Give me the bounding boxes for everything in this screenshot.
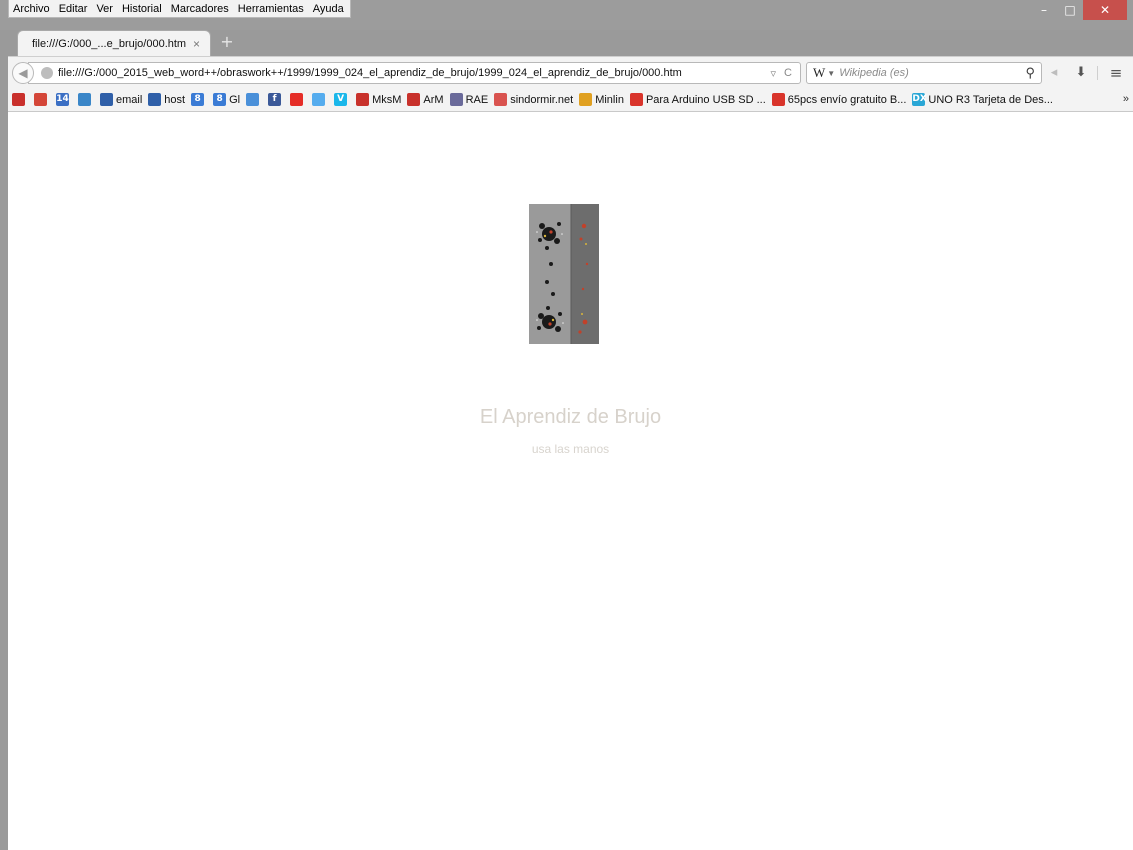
flag-icon [407, 93, 421, 106]
page-title: El Aprendiz de Brujo [479, 406, 662, 428]
new-tab-button[interactable]: + [218, 33, 236, 51]
search-input[interactable] [839, 67, 1026, 79]
page-content: El Aprendiz de Brujo usa las manos [8, 112, 1133, 850]
bookmark-item[interactable] [290, 93, 306, 106]
menu-herramientas[interactable]: Herramientas [238, 3, 304, 15]
pocket-icon [12, 93, 25, 106]
bookmark-item[interactable] [246, 93, 262, 106]
bookmark-label: Gl [229, 93, 241, 106]
gmail-icon [34, 93, 47, 106]
youtube-icon [290, 93, 304, 106]
bookmark-item[interactable]: Para Arduino USB SD ... [629, 93, 766, 106]
toolbar-divider [1097, 66, 1098, 80]
menu-historial[interactable]: Historial [122, 3, 162, 15]
google-plus-icon: 8 [191, 93, 205, 106]
page-subtitle: usa las manos [531, 442, 610, 456]
bookmark-item[interactable]: email [100, 93, 142, 106]
menu-ver[interactable]: Ver [96, 3, 113, 15]
menu-ayuda[interactable]: Ayuda [313, 3, 344, 15]
maximize-button[interactable]: □ [1057, 0, 1083, 20]
bookmark-label: 65pcs envío gratuito B... [787, 93, 907, 106]
chevron-down-icon[interactable]: ▼ [827, 69, 835, 78]
flag-icon [356, 93, 370, 106]
bookmark-label: Minlin [595, 93, 624, 106]
calendar-icon: 14 [56, 93, 69, 106]
menu-bar: Archivo Editar Ver Historial Marcadores … [8, 0, 351, 18]
tab-title: file:///G:/000_...e_brujo/000.htm [32, 37, 187, 50]
bookmark-label: ArM [423, 93, 444, 106]
menu-archivo[interactable]: Archivo [13, 3, 50, 15]
bookmark-label: host [164, 93, 186, 106]
twitter-icon [312, 93, 326, 106]
bookmark-item[interactable]: Minlin [579, 93, 624, 106]
bookmark-label: email [116, 93, 143, 106]
download-icon[interactable]: ⬇ [1071, 63, 1091, 83]
mail-icon [100, 93, 113, 106]
bookmark-item[interactable]: RAE [449, 93, 489, 106]
navigation-bar: file:///G:/000_2015_web_word++/obraswork… [8, 56, 1133, 88]
dx-icon: DX [912, 93, 927, 106]
tab-close-icon[interactable]: × [193, 37, 200, 51]
bookmark-item[interactable] [34, 93, 50, 106]
google-plus-icon: 8 [213, 93, 227, 106]
back-arrow-icon: ◀ [18, 66, 28, 80]
bookmark-item[interactable]: sindormir.net [494, 93, 573, 106]
hamburger-menu-icon[interactable]: ≡ [1106, 63, 1126, 83]
back-button[interactable]: ◀ [12, 62, 34, 84]
translate-icon [246, 93, 260, 106]
minlin-icon [579, 93, 593, 106]
bookmark-label: UNO R3 Tarjeta de Des... [928, 93, 1053, 106]
bookmark-label: MksM [372, 93, 402, 106]
bookmark-item[interactable] [12, 93, 28, 106]
bookmark-label: sindormir.net [510, 93, 574, 106]
bookmark-item[interactable]: MksM [356, 93, 401, 106]
window-titlebar: Archivo Editar Ver Historial Marcadores … [0, 0, 1133, 30]
store-icon [771, 93, 785, 106]
bookmark-item[interactable]: host [148, 93, 185, 106]
dropdown-arrow-icon[interactable]: ▿ [771, 67, 777, 80]
bookmark-item[interactable]: V [334, 93, 350, 106]
url-text: file:///G:/000_2015_web_word++/obraswork… [58, 67, 682, 79]
bookmark-item[interactable]: 65pcs envío gratuito B... [771, 93, 907, 106]
search-icon[interactable]: ⚲ [1025, 65, 1035, 81]
host-icon [148, 93, 162, 106]
window-controls: – □ ✕ [1031, 0, 1127, 20]
reload-icon[interactable]: C [784, 67, 792, 79]
reader-icon [78, 93, 91, 106]
globe-icon [41, 67, 53, 79]
menu-editar[interactable]: Editar [59, 3, 88, 15]
bookmark-item[interactable]: ArM [407, 93, 444, 106]
bookmarks-overflow-icon[interactable]: » [1123, 93, 1129, 105]
bookmark-label: Para Arduino USB SD ... [645, 93, 766, 106]
bookmark-item[interactable]: 14 [56, 93, 72, 106]
search-bar[interactable]: W ▼ ⚲ [806, 62, 1042, 84]
wikipedia-icon[interactable]: W [813, 65, 825, 81]
bookmark-item[interactable]: f [268, 93, 284, 106]
bookmark-label: RAE [465, 93, 489, 106]
bookmark-item[interactable] [78, 93, 94, 106]
sindormir-icon [494, 93, 508, 106]
bookmark-item[interactable] [312, 93, 328, 106]
facebook-icon: f [268, 93, 282, 106]
bookmarks-toolbar: 14 email host 8 8 Gl f V MksM ArM RAE sindormir.net… [8, 88, 1133, 112]
bookmark-item[interactable]: DX UNO R3 Tarjeta de Des... [912, 93, 1053, 106]
store-icon [629, 93, 643, 106]
send-icon[interactable]: ◂ [1044, 63, 1064, 83]
bookmark-item[interactable]: 8 [191, 93, 207, 106]
url-bar[interactable]: file:///G:/000_2015_web_word++/obraswork… [28, 62, 801, 84]
menu-marcadores[interactable]: Marcadores [171, 3, 229, 15]
artwork-image [529, 204, 599, 344]
browser-tab[interactable]: file:///G:/000_...e_brujo/000.htm × [17, 30, 211, 56]
rae-icon [449, 93, 463, 106]
minimize-button[interactable]: – [1031, 0, 1057, 20]
bookmark-item[interactable]: 8 Gl [213, 93, 240, 106]
close-window-button[interactable]: ✕ [1083, 0, 1127, 20]
vimeo-icon: V [334, 93, 348, 106]
